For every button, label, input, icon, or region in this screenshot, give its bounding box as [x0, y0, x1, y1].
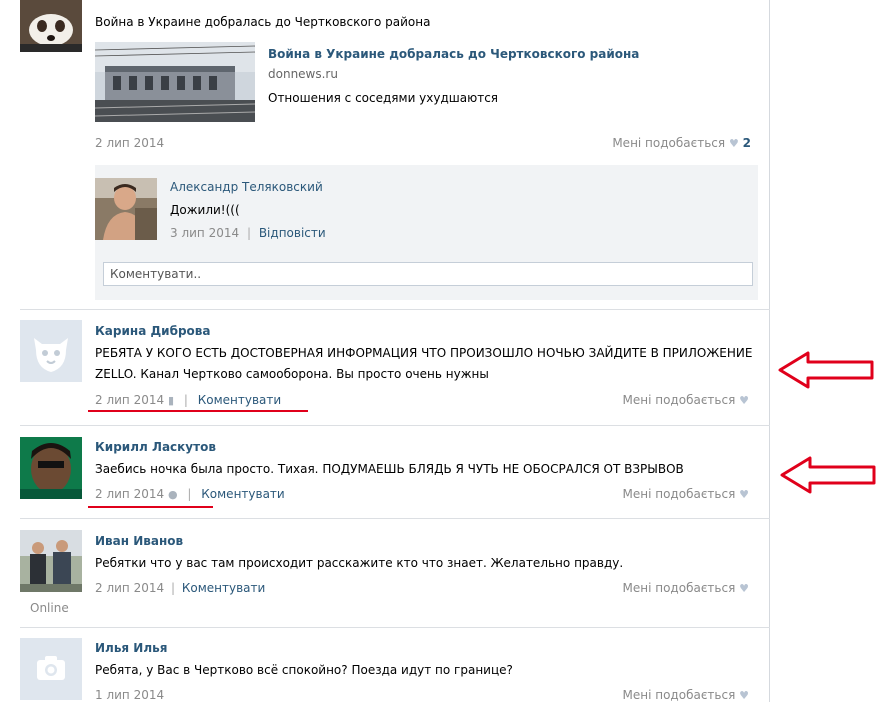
reply-date[interactable]: 3 лип 2014	[170, 226, 239, 240]
divider: |	[246, 226, 251, 240]
comment-date[interactable]: 2 лип 2014	[95, 393, 164, 407]
like-label: Мені подобається	[622, 581, 736, 595]
avatar[interactable]	[95, 178, 157, 240]
heart-icon: ♥	[739, 582, 749, 595]
comment-feed: Война в Украине добралась до Чертковског…	[0, 0, 770, 702]
comment-button[interactable]: Коментувати	[198, 393, 281, 407]
divider	[20, 627, 770, 628]
reply-author[interactable]: Александр Теляковский	[170, 180, 323, 194]
comment-author[interactable]: Карина Диброва	[95, 324, 210, 338]
annotation-arrow-icon	[778, 351, 874, 389]
reply-button[interactable]: Відповісти	[259, 226, 326, 240]
heart-icon: ♥	[739, 689, 749, 702]
online-status: Online	[30, 601, 69, 615]
comment-date[interactable]: 2 лип 2014	[95, 487, 164, 501]
comment-text: Заебись ночка была просто. Тихая. ПОДУМА…	[95, 462, 684, 476]
comment-text: РЕБЯТА У КОГО ЕСТЬ ДОСТОВЕРНАЯ ИНФОРМАЦИ…	[95, 346, 753, 381]
comment-meta: 2 лип 2014 ● | Коментувати	[95, 487, 285, 501]
annotation-underline	[88, 506, 213, 508]
like-count: 2	[742, 136, 751, 150]
divider: |	[183, 393, 188, 407]
avatar[interactable]	[20, 638, 82, 700]
comment-text: Ребятки что у вас там происходит расскаж…	[95, 556, 624, 570]
avatar[interactable]	[20, 320, 82, 382]
link-thumbnail[interactable]	[95, 42, 255, 122]
comment-date[interactable]: 1 лип 2014	[95, 688, 164, 702]
comment-author[interactable]: Иван Иванов	[95, 534, 183, 548]
post-date[interactable]: 2 лип 2014	[95, 136, 164, 150]
comment-date[interactable]: 2 лип 2014	[95, 581, 164, 595]
link-domain: donnews.ru	[268, 67, 338, 81]
divider: |	[170, 581, 175, 595]
android-icon: ●	[167, 488, 178, 501]
comment-button[interactable]: Коментувати	[201, 487, 284, 501]
like-button[interactable]: Мені подобається ♥ 2	[612, 136, 751, 150]
comment-meta: 2 лип 2014 ▮ | Коментувати	[95, 393, 281, 407]
reply-text: Дожили!(((	[170, 203, 240, 217]
like-label: Мені подобається	[622, 688, 736, 702]
annotation-arrow-icon	[780, 456, 876, 494]
avatar[interactable]	[20, 530, 82, 592]
comment-author[interactable]: Кирилл Ласкутов	[95, 440, 216, 454]
divider	[20, 425, 770, 426]
comment-input[interactable]	[103, 262, 753, 286]
post-text: Война в Украине добралась до Чертковског…	[95, 15, 431, 29]
link-description: Отношения с соседями ухудшаются	[268, 91, 499, 105]
comment-meta: 1 лип 2014	[95, 688, 164, 702]
divider	[20, 309, 770, 310]
reply-meta: 3 лип 2014 | Відповісти	[170, 226, 326, 240]
divider	[20, 518, 770, 519]
comment-meta: 2 лип 2014 | Коментувати	[95, 581, 265, 595]
like-button[interactable]: Мені подобається ♥	[623, 393, 749, 407]
like-button[interactable]: Мені подобається ♥	[623, 487, 749, 501]
heart-icon: ♥	[739, 394, 749, 407]
comment-text: Ребята, у Вас в Чертково всё спокойно? П…	[95, 663, 513, 677]
divider: |	[187, 487, 192, 501]
like-label: Мені подобається	[622, 487, 736, 501]
link-title[interactable]: Война в Украине добралась до Чертковског…	[268, 47, 639, 61]
avatar[interactable]	[20, 0, 82, 52]
like-label: Мені подобається	[612, 136, 726, 150]
like-label: Мені подобається	[622, 393, 736, 407]
avatar[interactable]	[20, 437, 82, 499]
comment-button[interactable]: Коментувати	[182, 581, 265, 595]
phone-icon: ▮	[167, 394, 175, 407]
annotation-underline	[88, 410, 308, 412]
comment-author[interactable]: Илья Илья	[95, 641, 167, 655]
heart-icon: ♥	[728, 137, 739, 150]
like-button[interactable]: Мені подобається ♥	[623, 581, 749, 595]
heart-icon: ♥	[739, 488, 749, 501]
like-button[interactable]: Мені подобається ♥	[623, 688, 749, 702]
